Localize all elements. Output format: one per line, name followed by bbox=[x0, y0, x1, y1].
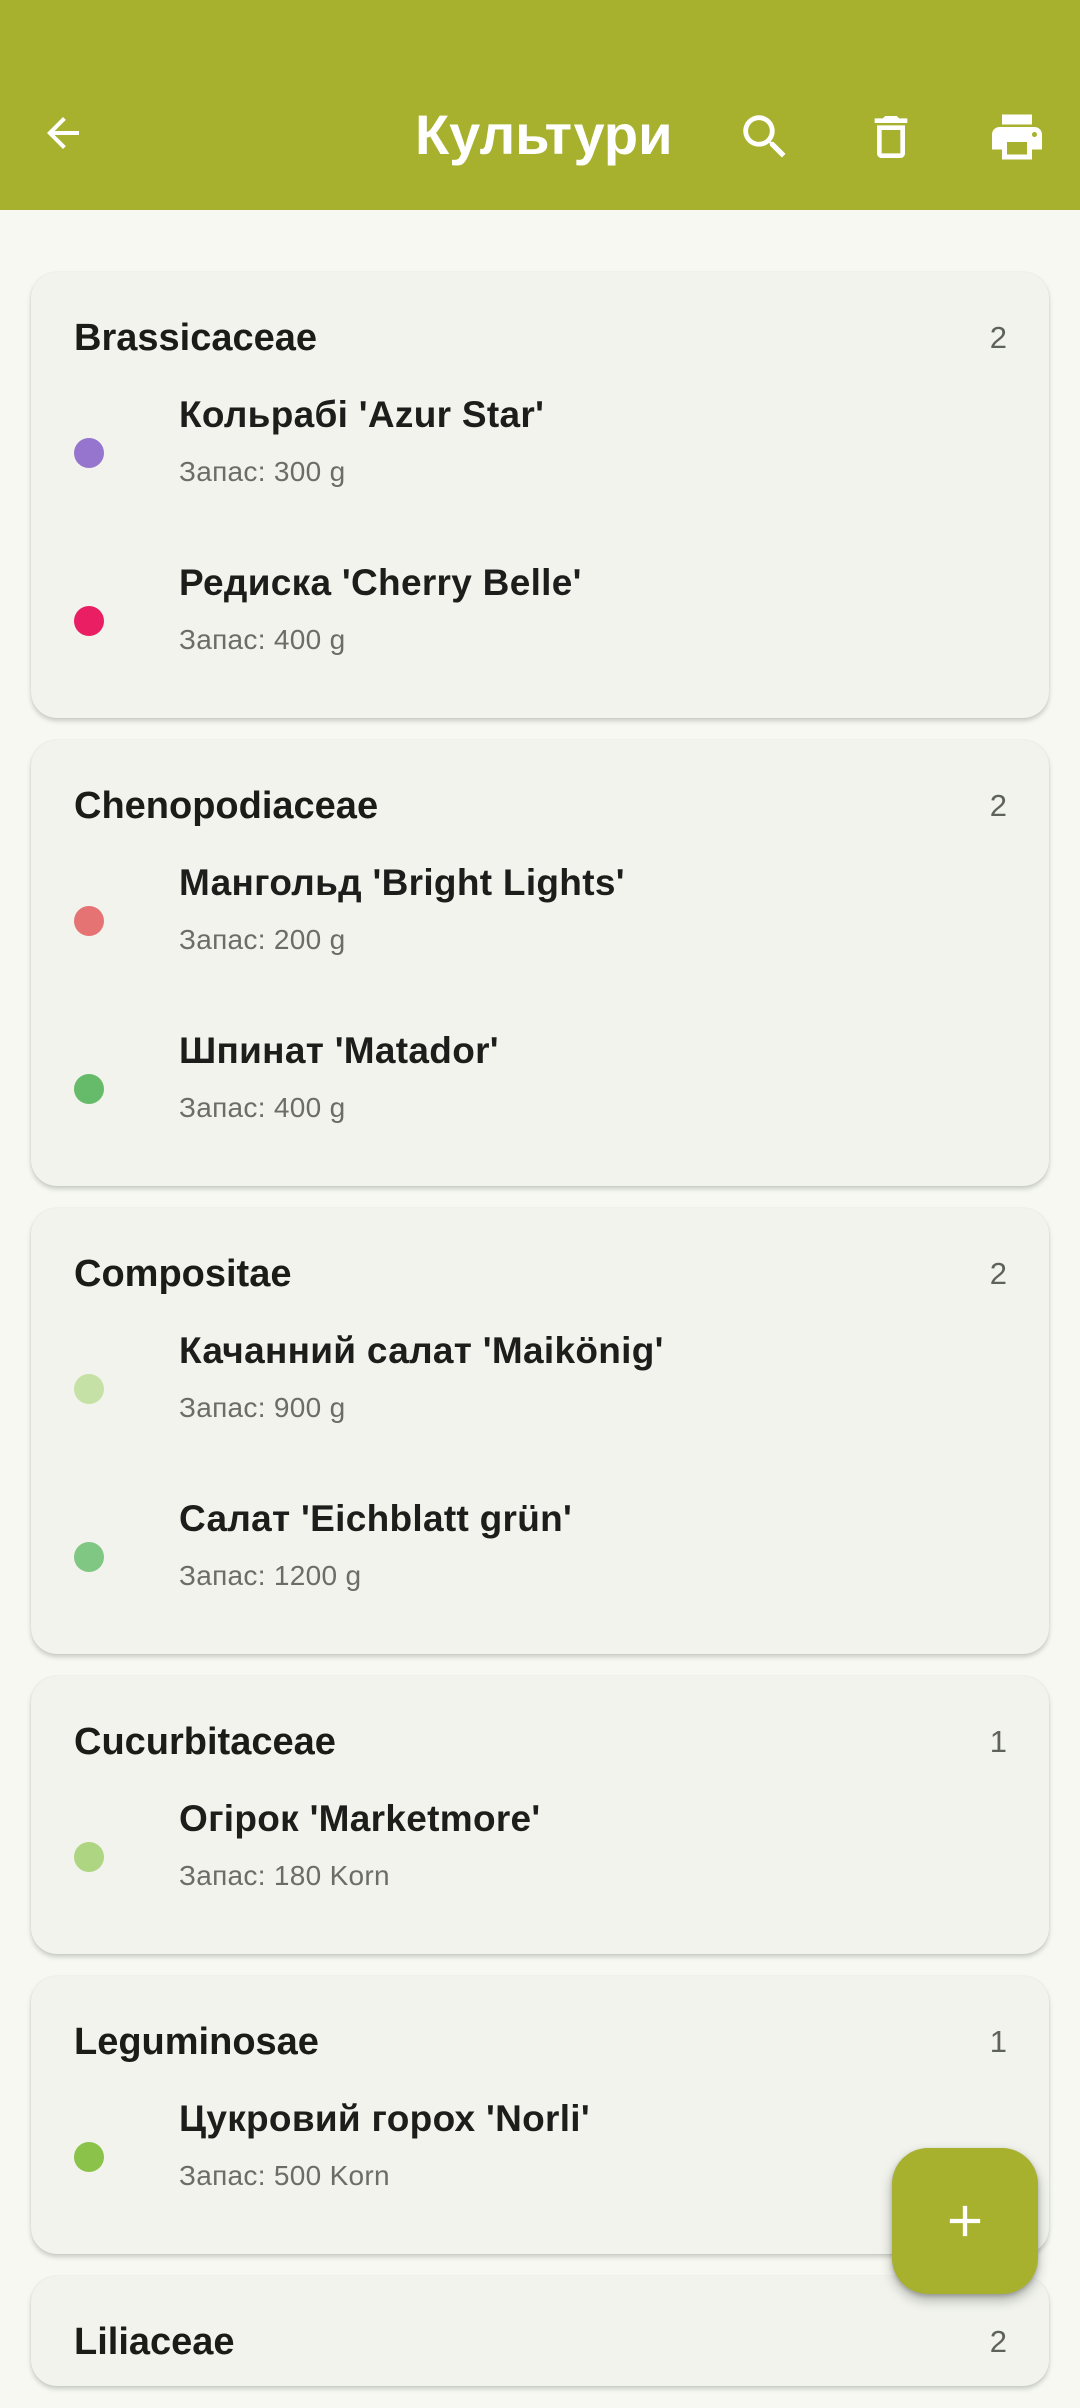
crop-list-item[interactable]: Салат 'Eichblatt grün' Запас: 1200 g bbox=[31, 1468, 1049, 1636]
page-title: Культури bbox=[415, 103, 673, 166]
crop-stock: Запас: 1200 g bbox=[179, 1560, 362, 1591]
crop-list-item[interactable]: Шпинат 'Matador' Запас: 400 g bbox=[31, 1000, 1049, 1168]
crop-stock: Запас: 900 g bbox=[179, 1392, 346, 1423]
crop-stock: Запас: 400 g bbox=[179, 624, 346, 655]
print-button[interactable] bbox=[982, 102, 1052, 172]
family-count: 1 bbox=[989, 1724, 1007, 1759]
family-header[interactable]: Cucurbitaceae 1 bbox=[31, 1716, 1049, 1768]
crop-stock: Запас: 180 Korn bbox=[179, 1860, 390, 1891]
family-header[interactable]: Brassicaceae 2 bbox=[31, 312, 1049, 364]
family-header[interactable]: Liliaceae 2 bbox=[31, 2316, 1049, 2368]
family-card: Brassicaceae 2 Кольрабі 'Azur Star' Запас: … bbox=[31, 272, 1049, 718]
family-header[interactable]: Leguminosae 1 bbox=[31, 2016, 1049, 2068]
crop-color-dot bbox=[74, 606, 104, 636]
family-name: Cucurbitaceae bbox=[74, 1720, 336, 1763]
app-bar: Культури bbox=[0, 0, 1080, 210]
crop-color-dot bbox=[74, 1542, 104, 1572]
print-icon bbox=[992, 114, 1042, 160]
family-name: Leguminosae bbox=[74, 2020, 319, 2063]
search-button[interactable] bbox=[730, 102, 800, 172]
family-name: Liliaceae bbox=[74, 2320, 235, 2363]
crop-name: Шпинат 'Matador' bbox=[179, 1030, 499, 1071]
crop-name: Цукровий горох 'Norli' bbox=[179, 2098, 590, 2139]
crop-name: Редиска 'Cherry Belle' bbox=[179, 562, 582, 603]
family-name: Brassicaceae bbox=[74, 316, 317, 359]
arrow-back-icon bbox=[47, 117, 79, 149]
crop-list-item[interactable]: Огірок 'Marketmore' Запас: 180 Korn bbox=[31, 1768, 1049, 1936]
crop-stock: Запас: 200 g bbox=[179, 924, 346, 955]
crop-name: Качанний салат 'Maikönig' bbox=[179, 1330, 664, 1371]
family-card: Cucurbitaceae 1 Огірок 'Marketmore' Запас: … bbox=[31, 1676, 1049, 1954]
family-name: Chenopodiaceae bbox=[74, 784, 379, 827]
family-card: Liliaceae 2 bbox=[31, 2276, 1049, 2386]
family-header[interactable]: Chenopodiaceae 2 bbox=[31, 780, 1049, 832]
family-count: 2 bbox=[989, 2324, 1007, 2359]
add-crop-button[interactable] bbox=[892, 2148, 1038, 2294]
crop-color-dot bbox=[74, 2142, 104, 2172]
family-card: Chenopodiaceae 2 Мангольд 'Bright Lights' З… bbox=[31, 740, 1049, 1186]
crop-list-item[interactable]: Мангольд 'Bright Lights' Запас: 200 g bbox=[31, 832, 1049, 1000]
crop-color-dot bbox=[74, 1842, 104, 1872]
plus-icon bbox=[949, 2205, 981, 2237]
delete-icon bbox=[874, 116, 908, 158]
crop-name: Мангольд 'Bright Lights' bbox=[179, 862, 625, 903]
back-button[interactable] bbox=[30, 100, 96, 166]
crop-stock: Запас: 500 Korn bbox=[179, 2160, 390, 2191]
family-count: 2 bbox=[989, 1256, 1007, 1291]
crop-color-dot bbox=[74, 906, 104, 936]
family-count: 2 bbox=[989, 788, 1007, 823]
crop-stock: Запас: 400 g bbox=[179, 1092, 346, 1123]
crop-name: Огірок 'Marketmore' bbox=[179, 1798, 541, 1839]
family-header[interactable]: Compositae 2 bbox=[31, 1248, 1049, 1300]
family-name: Compositae bbox=[74, 1252, 292, 1295]
crop-name: Кольрабі 'Azur Star' bbox=[179, 394, 545, 435]
delete-button[interactable] bbox=[856, 102, 926, 172]
crop-list-item[interactable]: Кольрабі 'Azur Star' Запас: 300 g bbox=[31, 364, 1049, 532]
crop-color-dot bbox=[74, 438, 104, 468]
crop-list-item[interactable]: Редиска 'Cherry Belle' Запас: 400 g bbox=[31, 532, 1049, 700]
family-count: 2 bbox=[989, 320, 1007, 355]
crop-list-item[interactable]: Качанний салат 'Maikönig' Запас: 900 g bbox=[31, 1300, 1049, 1468]
family-count: 1 bbox=[989, 2024, 1007, 2059]
crop-name: Салат 'Eichblatt grün' bbox=[179, 1498, 573, 1539]
crop-stock: Запас: 300 g bbox=[179, 456, 346, 487]
crop-color-dot bbox=[74, 1074, 104, 1104]
search-icon bbox=[743, 115, 786, 158]
family-card: Compositae 2 Качанний салат 'Maikönig' Запа… bbox=[31, 1208, 1049, 1654]
crop-list: Brassicaceae 2 Кольрабі 'Azur Star' Запас: … bbox=[31, 272, 1049, 2408]
crop-color-dot bbox=[74, 1374, 104, 1404]
